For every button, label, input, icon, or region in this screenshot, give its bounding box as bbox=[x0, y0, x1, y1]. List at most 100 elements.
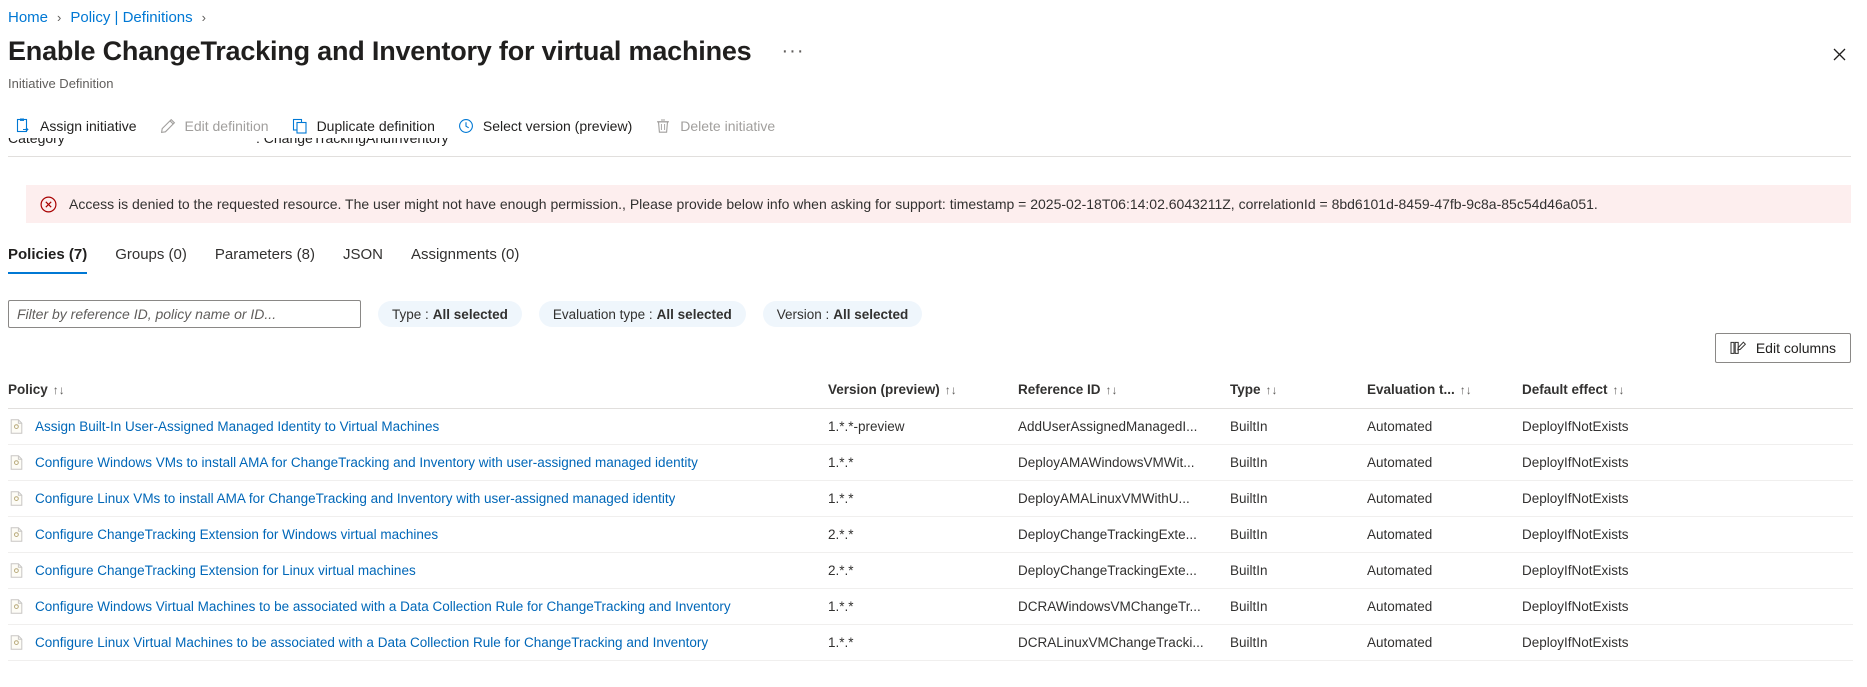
filter-pill-type[interactable]: Type : All selected bbox=[378, 301, 522, 327]
duplicate-definition-label: Duplicate definition bbox=[317, 118, 435, 134]
more-options-icon[interactable]: ··· bbox=[776, 42, 811, 60]
category-label: Category bbox=[8, 138, 256, 146]
clock-icon bbox=[457, 117, 475, 135]
table-header-row: Policy↑↓ Version (preview)↑↓ Reference I… bbox=[8, 382, 1853, 409]
tab-list: Policies (7) Groups (0) Parameters (8) J… bbox=[8, 240, 533, 274]
breadcrumb: Home › Policy | Definitions › bbox=[8, 8, 215, 28]
column-header-type[interactable]: Type↑↓ bbox=[1230, 382, 1367, 409]
column-header-version[interactable]: Version (preview) ↑↓ bbox=[828, 382, 1018, 409]
table-row: Configure ChangeTracking Extension for W… bbox=[8, 517, 1853, 553]
cell-version: 1.*.* bbox=[828, 625, 1018, 661]
cell-evaluation-type: Automated bbox=[1367, 625, 1522, 661]
search-input[interactable] bbox=[8, 300, 361, 328]
table-row: Configure Windows Virtual Machines to be… bbox=[8, 589, 1853, 625]
policy-name-link[interactable]: Configure ChangeTracking Extension for W… bbox=[35, 527, 438, 542]
cell-type: BuiltIn bbox=[1230, 409, 1367, 445]
table-row: Configure Linux VMs to install AMA for C… bbox=[8, 481, 1853, 517]
cell-type: BuiltIn bbox=[1230, 481, 1367, 517]
tab-policies[interactable]: Policies (7) bbox=[8, 245, 101, 274]
cell-type: BuiltIn bbox=[1230, 445, 1367, 481]
cell-type: BuiltIn bbox=[1230, 517, 1367, 553]
cell-policy: Configure Linux Virtual Machines to be a… bbox=[8, 625, 828, 661]
sort-icon: ↑↓ bbox=[1460, 383, 1472, 397]
cell-evaluation-type: Automated bbox=[1367, 589, 1522, 625]
cell-policy: Configure ChangeTracking Extension for W… bbox=[8, 517, 828, 553]
copy-icon bbox=[291, 117, 309, 135]
column-header-default-effect-label: Default effect bbox=[1522, 382, 1608, 397]
policy-document-icon bbox=[8, 419, 24, 435]
policy-name-link[interactable]: Configure Linux Virtual Machines to be a… bbox=[35, 635, 708, 650]
breadcrumb-separator-icon: › bbox=[202, 8, 206, 28]
assign-initiative-icon bbox=[14, 117, 32, 135]
cell-type: BuiltIn bbox=[1230, 589, 1367, 625]
tab-parameters[interactable]: Parameters (8) bbox=[201, 245, 329, 274]
cell-default-effect: DeployIfNotExists bbox=[1522, 589, 1853, 625]
trash-icon bbox=[654, 117, 672, 135]
cell-evaluation-type: Automated bbox=[1367, 517, 1522, 553]
tab-parameters-label: Parameters (8) bbox=[215, 246, 315, 263]
breadcrumb-item-policy-definitions[interactable]: Policy | Definitions bbox=[70, 8, 192, 28]
policy-document-icon bbox=[8, 599, 24, 615]
cell-reference-id: DCRALinuxVMChangeTracki... bbox=[1018, 625, 1230, 661]
filter-pill-version[interactable]: Version : All selected bbox=[763, 301, 923, 327]
tab-groups[interactable]: Groups (0) bbox=[101, 245, 201, 274]
column-header-policy[interactable]: Policy↑↓ bbox=[8, 382, 828, 409]
category-value: : ChangeTrackingAndInventory bbox=[256, 138, 448, 146]
filter-pill-version-name: Version bbox=[777, 307, 822, 322]
sort-icon: ↑↓ bbox=[945, 383, 957, 397]
page-title: Enable ChangeTracking and Inventory for … bbox=[8, 34, 752, 68]
cell-reference-id: DeployAMALinuxVMWithU... bbox=[1018, 481, 1230, 517]
edit-columns-label: Edit columns bbox=[1756, 340, 1836, 356]
cell-reference-id: AddUserAssignedManagedI... bbox=[1018, 409, 1230, 445]
policy-name-link[interactable]: Configure ChangeTracking Extension for L… bbox=[35, 563, 416, 578]
filter-pill-evaluation-type-name: Evaluation type bbox=[553, 307, 645, 322]
close-blade-button[interactable] bbox=[1823, 38, 1855, 70]
tab-policies-label: Policies (7) bbox=[8, 246, 87, 263]
column-header-evaluation-type-label: Evaluation t... bbox=[1367, 382, 1455, 397]
cell-policy: Assign Built-In User-Assigned Managed Id… bbox=[8, 409, 828, 445]
column-header-reference-id-label: Reference ID bbox=[1018, 382, 1101, 397]
cell-evaluation-type: Automated bbox=[1367, 409, 1522, 445]
cell-reference-id: DeployChangeTrackingExte... bbox=[1018, 553, 1230, 589]
properties-strip: Category : ChangeTrackingAndInventory bbox=[8, 138, 1848, 150]
tab-assignments[interactable]: Assignments (0) bbox=[397, 245, 533, 274]
tab-assignments-label: Assignments (0) bbox=[411, 246, 519, 263]
table-row: Assign Built-In User-Assigned Managed Id… bbox=[8, 409, 1853, 445]
sort-icon: ↑↓ bbox=[1613, 383, 1625, 397]
filter-pill-type-value: All selected bbox=[433, 307, 508, 322]
cell-policy: Configure Windows Virtual Machines to be… bbox=[8, 589, 828, 625]
policy-name-link[interactable]: Configure Windows Virtual Machines to be… bbox=[35, 599, 731, 614]
column-header-default-effect[interactable]: Default effect ↑↓ bbox=[1522, 382, 1853, 409]
assign-initiative-label: Assign initiative bbox=[40, 118, 137, 134]
close-icon bbox=[1833, 48, 1846, 61]
cell-reference-id: DeployChangeTrackingExte... bbox=[1018, 517, 1230, 553]
breadcrumb-item-home[interactable]: Home bbox=[8, 8, 48, 28]
column-header-version-label: Version (preview) bbox=[828, 382, 940, 397]
tab-json[interactable]: JSON bbox=[329, 245, 397, 274]
column-header-policy-label: Policy bbox=[8, 382, 48, 397]
page-subtitle: Initiative Definition bbox=[8, 75, 114, 92]
error-circle-icon bbox=[39, 195, 57, 213]
filter-bar: Type : All selected Evaluation type : Al… bbox=[8, 300, 922, 328]
cell-default-effect: DeployIfNotExists bbox=[1522, 481, 1853, 517]
column-header-type-label: Type bbox=[1230, 382, 1261, 397]
delete-initiative-label: Delete initiative bbox=[680, 118, 775, 134]
cell-type: BuiltIn bbox=[1230, 553, 1367, 589]
column-header-reference-id[interactable]: Reference ID↑↓ bbox=[1018, 382, 1230, 409]
cell-policy: Configure Linux VMs to install AMA for C… bbox=[8, 481, 828, 517]
column-header-evaluation-type[interactable]: Evaluation t... ↑↓ bbox=[1367, 382, 1522, 409]
cell-type: BuiltIn bbox=[1230, 625, 1367, 661]
policy-name-link[interactable]: Configure Windows VMs to install AMA for… bbox=[35, 455, 698, 470]
policy-name-link[interactable]: Assign Built-In User-Assigned Managed Id… bbox=[35, 419, 439, 434]
cell-reference-id: DeployAMAWindowsVMWit... bbox=[1018, 445, 1230, 481]
cell-default-effect: DeployIfNotExists bbox=[1522, 445, 1853, 481]
policy-name-link[interactable]: Configure Linux VMs to install AMA for C… bbox=[35, 491, 675, 506]
edit-definition-label: Edit definition bbox=[185, 118, 269, 134]
cell-reference-id: DCRAWindowsVMChangeTr... bbox=[1018, 589, 1230, 625]
policy-document-icon bbox=[8, 563, 24, 579]
filter-pill-evaluation-type[interactable]: Evaluation type : All selected bbox=[539, 301, 746, 327]
edit-columns-button[interactable]: Edit columns bbox=[1715, 333, 1851, 363]
policy-document-icon bbox=[8, 455, 24, 471]
cell-version: 1.*.* bbox=[828, 445, 1018, 481]
table-row: Configure Linux Virtual Machines to be a… bbox=[8, 625, 1853, 661]
